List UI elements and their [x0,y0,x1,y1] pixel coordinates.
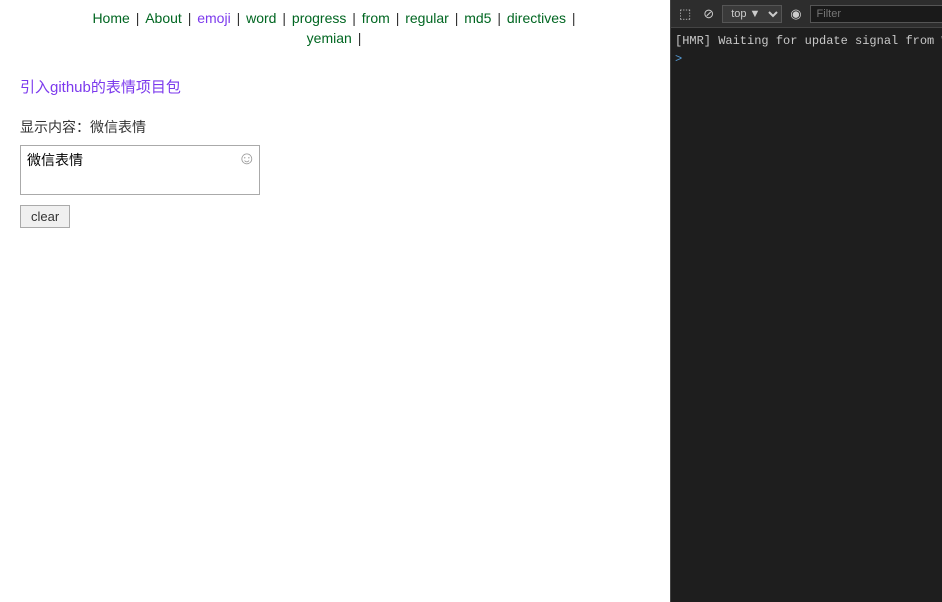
filter-input[interactable] [810,5,942,23]
emoji-button[interactable]: ☺ [238,149,256,167]
nav-emoji[interactable]: emoji [197,10,230,26]
context-dropdown[interactable]: top ▼ [722,5,782,23]
main-panel: Home | About | emoji | word | progress |… [0,0,670,602]
console-caret: > [675,52,938,66]
nav-md5[interactable]: md5 [464,10,491,26]
nav-about[interactable]: About [145,10,182,26]
sep-3: | [237,10,245,26]
sep-7: | [455,10,463,26]
nav-bar: Home | About | emoji | word | progress |… [20,10,650,46]
nav-row-2: yemian | [20,30,650,46]
sep-8: | [497,10,505,26]
console-hmr-text: [HMR] Waiting for update signal from W [675,32,942,50]
emoji-textarea[interactable] [20,145,260,195]
nav-word[interactable]: word [246,10,276,26]
nav-yemian[interactable]: yemian [307,30,352,46]
devtools-toolbar: ⬚ ⊘ top ▼ ◉ [671,0,942,28]
cursor-icon-button[interactable]: ⊘ [699,5,718,22]
sep-4: | [282,10,290,26]
nav-from[interactable]: from [362,10,390,26]
github-link[interactable]: 引入github的表情项目包 [20,76,650,97]
devtools-console: [HMR] Waiting for update signal from W > [671,28,942,602]
eye-icon-button[interactable]: ◉ [786,5,805,22]
clear-button[interactable]: clear [20,205,70,228]
sep-9: | [572,10,576,26]
sep-10: | [358,30,362,46]
nav-home[interactable]: Home [92,10,129,26]
nav-progress[interactable]: progress [292,10,346,26]
sep-1: | [136,10,144,26]
sep-2: | [188,10,196,26]
console-line-hmr: [HMR] Waiting for update signal from W [675,32,938,50]
nav-regular[interactable]: regular [405,10,449,26]
nav-directives[interactable]: directives [507,10,566,26]
sep-5: | [352,10,360,26]
sep-6: | [396,10,404,26]
inspect-icon-button[interactable]: ⬚ [675,5,695,22]
devtools-panel: ⬚ ⊘ top ▼ ◉ [HMR] Waiting for update sig… [670,0,942,602]
content-area: 引入github的表情项目包 显示内容：微信表情 ☺ clear [20,66,650,238]
textarea-container: ☺ [20,145,260,195]
nav-row-1: Home | About | emoji | word | progress |… [20,10,650,26]
display-label: 显示内容：微信表情 [20,117,650,137]
